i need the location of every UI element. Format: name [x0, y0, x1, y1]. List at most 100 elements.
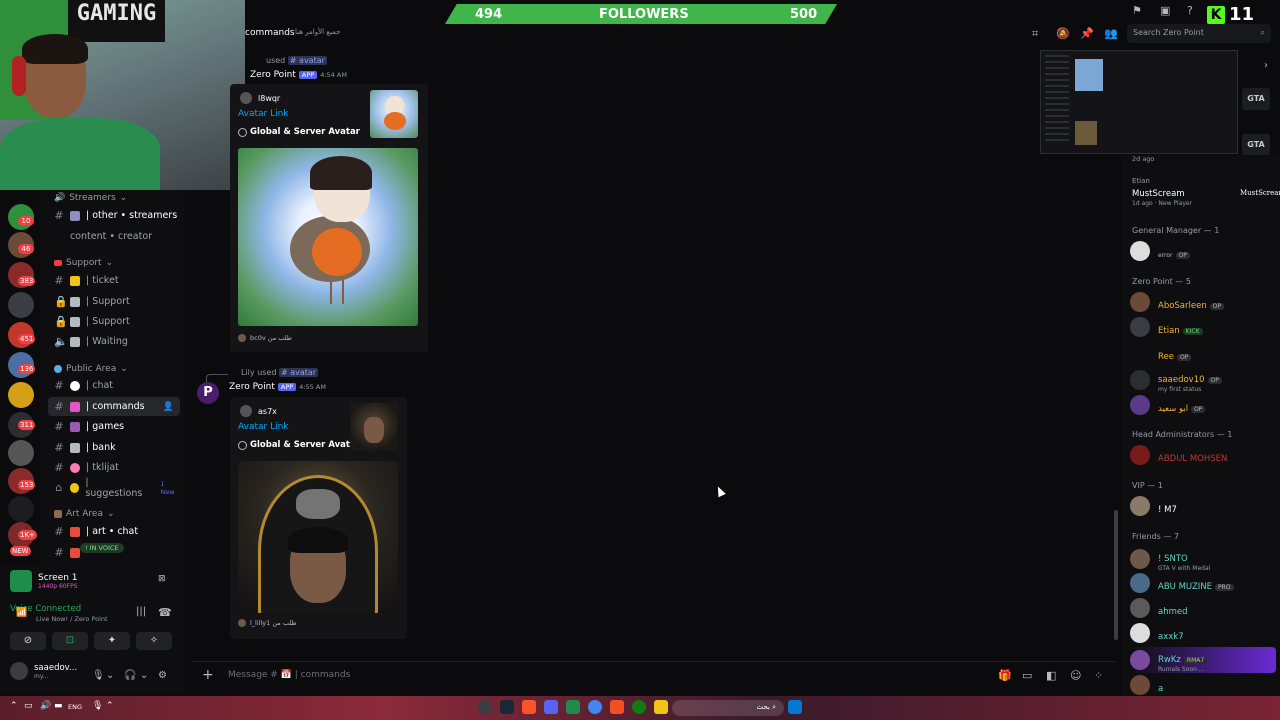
member-row[interactable]: ! SNTO GTA V with Medal: [1130, 546, 1210, 572]
member-row[interactable]: RwKz RMA7 Rumals Soon ...: [1130, 647, 1276, 673]
add-member-icon[interactable]: 👤: [163, 402, 174, 412]
chevron-up-icon[interactable]: ⌃: [10, 701, 18, 711]
chrome-icon[interactable]: [588, 700, 602, 714]
game-icon[interactable]: GTA: [1242, 134, 1270, 156]
search-input[interactable]: Search Zero Point ⌕: [1127, 24, 1271, 43]
channel-waiting[interactable]: 🔈 | Waiting: [48, 332, 180, 351]
in-voice-badge: ! IN VOICE: [80, 543, 124, 553]
brave-icon[interactable]: [522, 700, 536, 714]
battery-icon[interactable]: ▬: [54, 701, 63, 711]
gif-icon[interactable]: ▭: [1022, 669, 1032, 682]
command-mention[interactable]: # avatar: [287, 56, 327, 65]
channel-support-voice-2[interactable]: 🔒 | Support: [48, 312, 180, 331]
game-icon[interactable]: GTA: [1242, 88, 1270, 110]
member-row[interactable]: ABDUL MOHSEN: [1130, 445, 1227, 465]
member-row[interactable]: ahmed: [1130, 598, 1188, 618]
scrollbar[interactable]: [1114, 510, 1118, 640]
camera-off-button[interactable]: ⊘: [10, 632, 46, 650]
xbox-icon[interactable]: [632, 700, 646, 714]
message-input[interactable]: + Message # 📅 | commands: [192, 661, 1116, 687]
channel-tklijat[interactable]: # | tklijat: [48, 458, 180, 477]
channel-support-voice-1[interactable]: 🔒 | Support: [48, 292, 180, 311]
member-row[interactable]: ABU MUZINE PRO: [1130, 573, 1234, 593]
chevron-right-icon[interactable]: ›: [1264, 60, 1268, 71]
message-author[interactable]: Zero Point APP 4:54 AM: [250, 70, 347, 80]
category-public-area[interactable]: Public Area ⌄: [54, 364, 128, 374]
channel-content-creator[interactable]: content • creator: [48, 227, 180, 246]
category-support[interactable]: Support ⌄: [54, 258, 113, 268]
plus-icon[interactable]: +: [202, 667, 214, 683]
apps-icon[interactable]: ⁘: [1094, 669, 1103, 682]
category-art-area[interactable]: Art Area ⌄: [54, 509, 115, 519]
threads-icon[interactable]: ⌗: [1032, 27, 1038, 41]
headphones-icon[interactable]: 🎧: [124, 670, 136, 681]
server-icon[interactable]: [8, 382, 34, 408]
help-icon[interactable]: ?: [1187, 4, 1193, 17]
member-row[interactable]: Etian KICK: [1130, 317, 1203, 337]
chevron-down-icon[interactable]: ⌄: [106, 670, 114, 681]
notification-bell-icon[interactable]: 🔕: [1056, 27, 1070, 40]
chevron-up-icon[interactable]: ⌃: [106, 701, 114, 711]
command-mention[interactable]: # avatar: [278, 368, 319, 377]
windows-start-icon[interactable]: [788, 700, 802, 714]
member-row[interactable]: axxk7: [1130, 623, 1184, 643]
microphone-icon[interactable]: 🎙: [92, 701, 103, 711]
avatar-link[interactable]: Avatar Link: [238, 422, 289, 432]
gear-icon[interactable]: ⚙: [158, 670, 167, 681]
avatar-thumbnail[interactable]: [370, 90, 418, 138]
soundboard-button[interactable]: ✧: [136, 632, 172, 650]
volume-icon[interactable]: 🔊: [40, 701, 51, 711]
pin-icon[interactable]: 📌: [1080, 27, 1094, 40]
user-panel[interactable]: saaedov... my...: [10, 662, 77, 680]
member-list-icon[interactable]: 👥: [1104, 27, 1118, 40]
channel-games[interactable]: # | games: [48, 417, 180, 436]
server-icon[interactable]: [8, 496, 34, 522]
chevron-down-icon[interactable]: ⌄: [140, 670, 148, 681]
gift-icon[interactable]: 🎁: [998, 669, 1012, 682]
screen-share-info[interactable]: Screen 1 1440p 60FPS: [10, 570, 78, 592]
member-row[interactable]: a: [1130, 675, 1163, 695]
server-icon[interactable]: [8, 292, 34, 318]
avatar-link[interactable]: Avatar Link: [238, 109, 289, 119]
microphone-icon[interactable]: 🎙: [92, 670, 105, 681]
taskbar-search[interactable]: بحث ⌕: [672, 700, 784, 716]
obs-icon[interactable]: [566, 700, 580, 714]
bot-avatar[interactable]: P: [197, 382, 219, 404]
channel-art-chat[interactable]: # | art • chat: [48, 522, 180, 541]
avatar-image[interactable]: [238, 148, 418, 326]
channel-commands[interactable]: # | commands 👤: [48, 397, 180, 416]
noise-suppression-icon[interactable]: |||: [136, 606, 146, 617]
store-icon[interactable]: [610, 700, 624, 714]
flag-icon[interactable]: ⚑: [1132, 4, 1142, 17]
stream-preview[interactable]: [1040, 50, 1238, 154]
emoji-icon[interactable]: ☺: [1070, 669, 1081, 682]
avatar-image[interactable]: [238, 461, 398, 613]
sticker-icon[interactable]: ◧: [1046, 669, 1056, 682]
channel-chat[interactable]: # | chat: [48, 376, 180, 395]
stop-stream-icon[interactable]: ⊠: [158, 574, 166, 584]
message-author[interactable]: Zero Point APP 4:55 AM: [229, 382, 326, 392]
steam-icon[interactable]: [500, 700, 514, 714]
member-row[interactable]: ابو سعيد OP: [1130, 395, 1206, 415]
screen-share-button[interactable]: ⊡: [52, 632, 88, 650]
member-row[interactable]: ! M7: [1130, 496, 1177, 516]
language-indicator[interactable]: ENG: [68, 703, 82, 711]
channel-suggestions[interactable]: ⌂ | suggestions 1 New: [48, 477, 180, 499]
server-icon[interactable]: [8, 440, 34, 466]
activities-button[interactable]: ✦: [94, 632, 130, 650]
channel-ticket[interactable]: # | ticket: [48, 271, 180, 290]
folder-icon[interactable]: [654, 700, 668, 714]
member-row[interactable]: Ree OP: [1130, 343, 1192, 363]
avatar-thumbnail[interactable]: [350, 403, 398, 451]
member-row[interactable]: saaedov10 OP my first status: [1130, 367, 1222, 393]
network-icon[interactable]: ▭: [24, 701, 33, 711]
channel-bank[interactable]: # | bank: [48, 438, 180, 457]
category-streamers[interactable]: 🔊 Streamers ⌄: [54, 193, 127, 203]
disconnect-icon[interactable]: ☎: [158, 606, 172, 619]
channel-other-streamers[interactable]: # | other • streamers: [48, 206, 180, 225]
member-row[interactable]: error OP: [1130, 241, 1190, 261]
member-row[interactable]: AboSarleen OP: [1130, 292, 1225, 312]
settings-app-icon[interactable]: [478, 700, 492, 714]
inbox-icon[interactable]: ▣: [1160, 4, 1170, 17]
discord-icon[interactable]: [544, 700, 558, 714]
